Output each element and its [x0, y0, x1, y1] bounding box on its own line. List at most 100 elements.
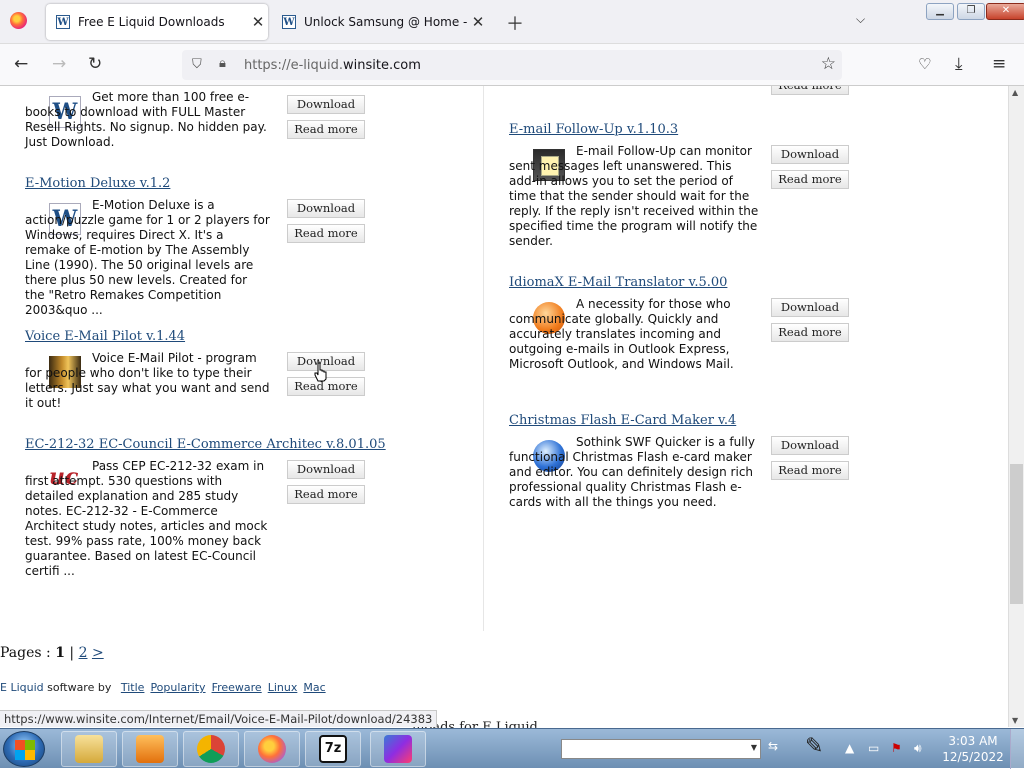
item-description: E-mail Follow-Up can monitor sent messag… [509, 144, 759, 248]
list-item: E-Motion Deluxe v.1.2 W E-Motion Deluxe … [25, 176, 365, 317]
folder-icon [75, 735, 103, 763]
app-menu-icon[interactable]: ≡ [992, 54, 1006, 74]
media-player-icon [136, 735, 164, 763]
software-by-links: E Liquid software by Title Popularity Free… [0, 681, 326, 694]
page-content: W Get more than 100 free e-books to down… [0, 86, 1008, 727]
show-desktop-button[interactable] [1010, 729, 1024, 769]
download-button[interactable]: Download [771, 298, 849, 317]
url-bar[interactable]: ⛉ 🔒︎ https://e-liquid.winsite.com ☆ [182, 50, 842, 80]
vertical-scrollbar[interactable]: ▲ ▼ [1008, 86, 1024, 727]
forward-icon[interactable]: → [52, 54, 66, 74]
reload-icon[interactable]: ↻ [88, 54, 102, 74]
item-description: Get more than 100 free e-books to downlo… [25, 90, 267, 149]
hand-cursor-icon [314, 362, 327, 382]
item-title-link[interactable]: EC-212-32 EC-Council E-Commerce Architec… [25, 437, 386, 452]
sort-mac-link[interactable]: Mac [303, 681, 325, 694]
bookmark-star-icon[interactable]: ☆ [821, 54, 836, 74]
taskbar-7zip[interactable]: 7z [305, 731, 361, 767]
item-description: A necessity for those who communicate gl… [509, 297, 734, 371]
scroll-thumb[interactable] [1010, 464, 1023, 604]
download-button[interactable]: Download [287, 95, 365, 114]
taskbar-file-explorer[interactable] [61, 731, 117, 767]
sort-freeware-link[interactable]: Freeware [212, 681, 262, 694]
list-item: W Get more than 100 free e-books to down… [25, 90, 365, 160]
item-description: Voice E-Mail Pilot - program for people … [25, 351, 270, 410]
tab-title: Unlock Samsung @ Home - FRE [304, 15, 468, 29]
sort-popularity-link[interactable]: Popularity [150, 681, 205, 694]
download-button[interactable]: Download [287, 460, 365, 479]
action-center-icon[interactable]: ⚑ [891, 741, 902, 755]
scroll-down-icon[interactable]: ▼ [1012, 716, 1018, 725]
close-window-icon[interactable]: ✕ [986, 3, 1024, 20]
scroll-up-icon[interactable]: ▲ [1012, 88, 1018, 97]
column-divider [483, 86, 484, 631]
winsite-favicon-icon: W [56, 15, 70, 29]
lock-icon[interactable]: 🔒︎ [219, 56, 226, 71]
read-more-button[interactable]: Read more [771, 461, 849, 480]
read-more-button[interactable]: Read more [287, 120, 365, 139]
back-icon[interactable]: ← [14, 54, 28, 74]
windows-taskbar: 7z ▼ ⇆ ✎ ▲ ▭ ⚑ 🔊︎ 3:03 AM 12/5/2022 [0, 728, 1024, 769]
minimize-icon[interactable]: ▁ [926, 3, 954, 20]
read-more-button[interactable]: Read more [287, 485, 365, 504]
url-text[interactable]: https://e-liquid.winsite.com [244, 58, 421, 73]
brand-link[interactable]: E Liquid [0, 681, 44, 694]
read-more-button[interactable]: Read more [771, 170, 849, 189]
tab-unlock-samsung[interactable]: W Unlock Samsung @ Home - FRE ✕ [272, 4, 488, 40]
list-item: IdiomaX E-Mail Translator v.5.00 A neces… [509, 275, 859, 385]
navigation-toolbar: ← → ↻ ⛉ 🔒︎ https://e-liquid.winsite.com … [0, 44, 1024, 86]
sort-linux-link[interactable]: Linux [268, 681, 298, 694]
item-title-link[interactable]: IdiomaX E-Mail Translator v.5.00 [509, 275, 727, 290]
download-button[interactable]: Download [287, 199, 365, 218]
taskbar-chrome[interactable] [183, 731, 239, 767]
taskbar-firefox[interactable] [244, 731, 300, 767]
tracking-shield-icon[interactable]: ⛉ [192, 57, 202, 72]
read-more-button[interactable]: Read more [771, 86, 849, 95]
download-button[interactable]: Download [771, 436, 849, 455]
close-tab-icon[interactable]: ✕ [248, 13, 268, 31]
dropdown-arrow-icon[interactable]: ▼ [751, 743, 757, 752]
sort-title-link[interactable]: Title [121, 681, 145, 694]
link-status-bar: https://www.winsite.com/Internet/Email/V… [0, 710, 438, 727]
item-title-link[interactable]: Voice E-Mail Pilot v.1.44 [25, 329, 185, 344]
item-title-link[interactable]: Christmas Flash E-Card Maker v.4 [509, 413, 736, 428]
taskbar-app[interactable] [370, 731, 426, 767]
restore-icon[interactable]: ❐ [957, 3, 985, 20]
app-icon [384, 735, 412, 763]
list-tabs-chevron-icon[interactable]: ⌵ [856, 12, 865, 27]
close-tab-icon[interactable]: ✕ [468, 13, 488, 31]
volume-icon[interactable]: 🔊︎ [914, 741, 922, 756]
system-clock[interactable]: 3:03 AM 12/5/2022 [940, 733, 1006, 765]
current-page: 1 [55, 645, 65, 661]
taskbar-address-input[interactable]: ▼ [561, 739, 761, 759]
firefox-menu-icon[interactable] [10, 12, 27, 29]
tab-title: Free E Liquid Downloads [78, 15, 225, 29]
firefox-icon [258, 735, 286, 763]
go-arrows-icon[interactable]: ⇆ [768, 739, 778, 753]
read-more-button[interactable]: Read more [287, 224, 365, 243]
taskbar-media-player[interactable] [122, 731, 178, 767]
list-item: EC-212-32 EC-Council E-Commerce Architec… [25, 437, 386, 587]
start-button[interactable] [3, 731, 45, 767]
pagination: Pages : 1 | 2 > [0, 645, 104, 661]
item-title-link[interactable]: E-mail Follow-Up v.1.10.3 [509, 122, 678, 137]
download-button[interactable]: Download [771, 145, 849, 164]
next-page-link[interactable]: > [92, 645, 104, 661]
tab-free-e-liquid[interactable]: W Free E Liquid Downloads ✕ [46, 4, 268, 40]
list-item: Read more [509, 86, 849, 96]
winsite-favicon-icon: W [282, 15, 296, 29]
tab-bar: W Free E Liquid Downloads ✕ W Unlock Sam… [0, 0, 1024, 44]
show-hidden-icons-icon[interactable]: ▲ [845, 741, 854, 755]
downloads-icon[interactable]: ⤓ [955, 54, 963, 74]
new-tab-icon[interactable]: ＋ [506, 10, 524, 36]
pages-label: Pages : [0, 645, 56, 661]
page-2-link[interactable]: 2 [79, 645, 88, 661]
read-more-button[interactable]: Read more [771, 323, 849, 342]
network-icon[interactable]: ▭ [868, 741, 879, 755]
clock-time: 3:03 AM [948, 734, 998, 748]
item-description: E-Motion Deluxe is a action/puzzle game … [25, 198, 270, 317]
pen-tablet-icon[interactable]: ✎ [805, 734, 823, 759]
pocket-icon[interactable]: ♡ [918, 55, 931, 73]
item-title-link[interactable]: E-Motion Deluxe v.1.2 [25, 176, 170, 191]
item-description: Pass CEP EC-212-32 exam in first attempt… [25, 459, 268, 578]
